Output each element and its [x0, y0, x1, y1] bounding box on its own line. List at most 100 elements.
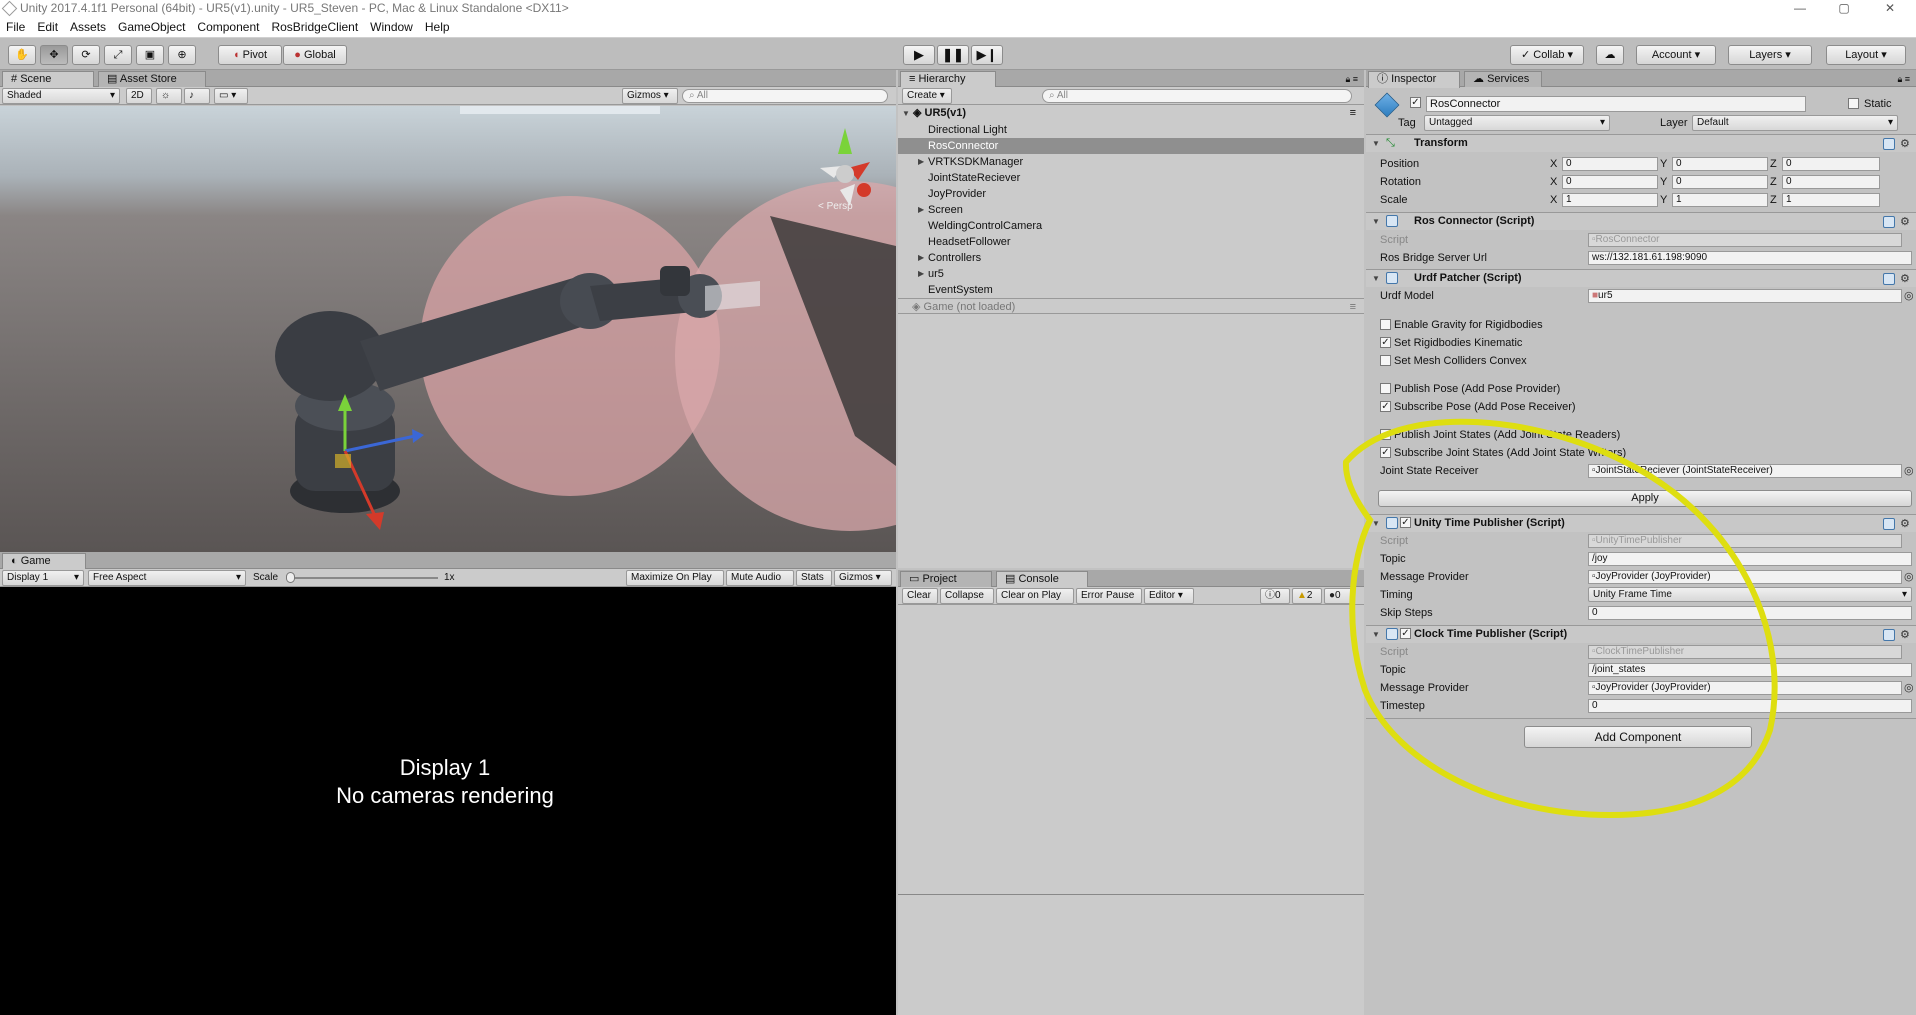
play-button[interactable]: ▶ — [903, 45, 935, 65]
layer-dropdown[interactable]: Default ▾ — [1692, 115, 1898, 131]
cloud-button[interactable]: ☁ — [1596, 45, 1624, 65]
tab-scene[interactable]: # Scene — [2, 71, 94, 88]
timestep-field[interactable]: 0 — [1588, 699, 1912, 713]
ros-connector-header[interactable]: Ros Connector (Script) — [1366, 212, 1916, 230]
expand-arrow-icon[interactable]: ▶ — [918, 253, 924, 263]
expand-arrow-icon[interactable]: ▶ — [918, 157, 924, 167]
stats-toggle[interactable]: Stats — [796, 570, 832, 586]
unity-time-gear-icon[interactable]: ⚙ — [1900, 518, 1910, 530]
unity-time-publisher-header[interactable]: Unity Time Publisher (Script) — [1366, 514, 1916, 532]
clock-time-provider-field[interactable]: ▫JoyProvider (JoyProvider) — [1588, 681, 1902, 695]
scene-menu-icon[interactable]: ≡ — [1350, 105, 1356, 121]
ros-connector-help-icon[interactable] — [1883, 216, 1895, 228]
add-component-button[interactable]: Add Component — [1524, 726, 1752, 748]
clock-time-provider-picker-icon[interactable]: ◎ — [1904, 682, 1914, 694]
set-kinematic-checkbox[interactable]: ✓ — [1380, 337, 1391, 348]
unity-time-provider-field[interactable]: ▫JoyProvider (JoyProvider) — [1588, 570, 1902, 584]
position-y-field[interactable]: 0 — [1672, 157, 1768, 171]
tab-console[interactable]: ▤ Console — [996, 571, 1088, 588]
step-button[interactable]: ▶❙ — [971, 45, 1003, 65]
active-checkbox[interactable]: ✓ — [1410, 97, 1421, 108]
menu-gameobject[interactable]: GameObject — [112, 18, 191, 37]
transform-foldout-icon[interactable]: ▼ — [1372, 139, 1380, 149]
subscribe-joint-states-checkbox[interactable]: ✓ — [1380, 447, 1391, 458]
scale-slider-handle[interactable] — [286, 572, 295, 583]
create-dropdown[interactable]: Create ▾ — [902, 88, 952, 104]
tab-game[interactable]: ◐ Game — [2, 553, 86, 570]
tab-project[interactable]: ▭ Project — [900, 571, 992, 587]
toggle-2d-button[interactable]: 2D — [126, 88, 152, 104]
transform-header[interactable]: Transform — [1366, 134, 1916, 152]
close-button[interactable]: ✕ — [1870, 0, 1910, 18]
hand-tool-button[interactable]: ✋ — [8, 45, 36, 65]
unity-time-help-icon[interactable] — [1883, 518, 1895, 530]
hierarchy-item[interactable]: RosConnector — [898, 138, 1364, 154]
hierarchy-item[interactable]: HeadsetFollower — [898, 234, 1364, 250]
urdf-model-picker-icon[interactable]: ◎ — [1904, 290, 1914, 302]
minimize-button[interactable]: — — [1780, 0, 1820, 18]
scale-slider[interactable] — [290, 577, 438, 579]
skip-steps-field[interactable]: 0 — [1588, 606, 1912, 620]
position-z-field[interactable]: 0 — [1782, 157, 1880, 171]
hierarchy-item[interactable]: ▶ ur5 — [898, 266, 1364, 282]
unity-time-enabled-checkbox[interactable]: ✓ — [1400, 517, 1411, 528]
tab-asset-store[interactable]: ▤ Asset Store — [98, 71, 206, 87]
layout-dropdown[interactable]: Layout ▾ — [1826, 45, 1906, 65]
timing-dropdown[interactable]: Unity Frame Time ▾ — [1588, 587, 1912, 602]
hierarchy-item[interactable]: EventSystem — [898, 282, 1364, 298]
global-button[interactable]: ● Global — [283, 45, 347, 65]
clock-time-help-icon[interactable] — [1883, 629, 1895, 641]
clear-button[interactable]: Clear — [902, 588, 938, 604]
aspect-dropdown[interactable]: Free Aspect ▾ — [88, 570, 246, 586]
scene-gizmos-dropdown[interactable]: Gizmos ▾ — [622, 88, 678, 104]
rotation-x-field[interactable]: 0 — [1562, 175, 1658, 189]
clock-time-topic-field[interactable]: /joint_states — [1588, 663, 1912, 677]
urdf-patcher-foldout-icon[interactable]: ▼ — [1372, 274, 1380, 284]
game-scene-menu-icon[interactable]: ≡ — [1350, 299, 1356, 315]
editor-dropdown[interactable]: Editor ▾ — [1144, 588, 1194, 604]
scene-search-input[interactable]: ⌕ All — [682, 89, 888, 103]
unity-time-topic-field[interactable]: /joy — [1588, 552, 1912, 566]
inspector-lock-icon[interactable]: 🔒︎ ≡ — [1897, 72, 1910, 86]
error-pause-toggle[interactable]: Error Pause — [1076, 588, 1142, 604]
mute-audio-toggle[interactable]: Mute Audio — [726, 570, 794, 586]
expand-triangle-icon[interactable]: ▼ — [902, 109, 910, 118]
clear-on-play-toggle[interactable]: Clear on Play — [996, 588, 1074, 604]
joint-state-receiver-picker-icon[interactable]: ◎ — [1904, 465, 1914, 477]
object-name-field[interactable]: RosConnector — [1426, 96, 1806, 112]
scene-viewport[interactable]: < Persp — [0, 106, 896, 552]
menu-window[interactable]: Window — [364, 18, 419, 37]
clock-time-gear-icon[interactable]: ⚙ — [1900, 629, 1910, 641]
rotate-tool-button[interactable]: ⟳ — [72, 45, 100, 65]
static-checkbox[interactable] — [1848, 98, 1859, 109]
menu-file[interactable]: File — [0, 18, 31, 37]
console-detail-splitter[interactable] — [898, 894, 1364, 895]
maximize-button[interactable]: ▢ — [1824, 0, 1864, 18]
unity-time-provider-picker-icon[interactable]: ◎ — [1904, 571, 1914, 583]
expand-arrow-icon[interactable]: ▶ — [918, 205, 924, 215]
audio-toggle[interactable]: ♪ — [184, 88, 210, 104]
transform-gear-icon[interactable]: ⚙ — [1900, 138, 1910, 150]
scene-root-row[interactable]: ▼ ◈ UR5(v1) ≡ — [898, 105, 1364, 121]
hierarchy-lock-icon[interactable]: 🔒︎ ≡ — [1345, 72, 1358, 86]
position-x-field[interactable]: 0 — [1562, 157, 1658, 171]
tab-services[interactable]: ☁ Services — [1464, 71, 1542, 87]
error-filter-toggle[interactable]: ●0 — [1324, 588, 1354, 604]
display-dropdown[interactable]: Display 1 ▾ — [2, 570, 84, 586]
rotation-y-field[interactable]: 0 — [1672, 175, 1768, 189]
warning-filter-toggle[interactable]: ▲2 — [1292, 588, 1322, 604]
ros-connector-foldout-icon[interactable]: ▼ — [1372, 217, 1380, 227]
expand-arrow-icon[interactable]: ▶ — [918, 269, 924, 279]
menu-edit[interactable]: Edit — [31, 18, 64, 37]
hierarchy-item[interactable]: WeldingControlCamera — [898, 218, 1364, 234]
maximize-on-play-toggle[interactable]: Maximize On Play — [626, 570, 724, 586]
urdf-patcher-header[interactable]: Urdf Patcher (Script) — [1366, 269, 1916, 287]
publish-joint-states-checkbox[interactable] — [1380, 429, 1391, 440]
subscribe-pose-checkbox[interactable]: ✓ — [1380, 401, 1391, 412]
hierarchy-search-input[interactable]: ⌕ All — [1042, 89, 1352, 103]
persp-label[interactable]: < Persp — [818, 200, 853, 214]
tab-hierarchy[interactable]: ≡ Hierarchy — [900, 71, 996, 88]
clock-time-publisher-header[interactable]: Clock Time Publisher (Script) — [1366, 625, 1916, 643]
apply-button[interactable]: Apply — [1378, 490, 1912, 507]
joint-state-receiver-field[interactable]: ▫JointStateReciever (JointStateReceiver) — [1588, 464, 1902, 478]
